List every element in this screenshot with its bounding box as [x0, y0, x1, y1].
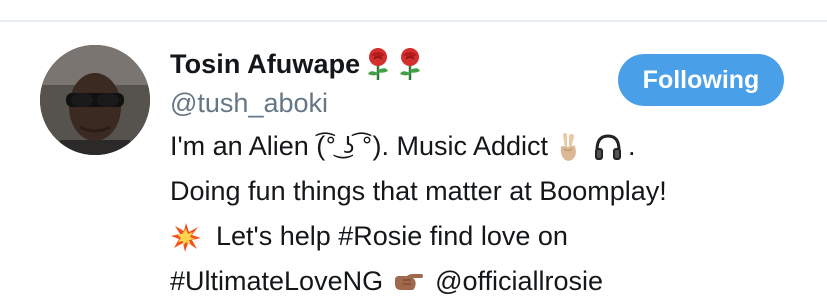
mention-link[interactable]: @officiallrosie	[435, 259, 603, 299]
bio-text: Doing fun things that matter at Boomplay…	[170, 176, 667, 206]
bio-text: Let's help #Rosie find love on	[216, 221, 568, 251]
rose-emoji-icon	[400, 48, 421, 80]
rose-emoji-icon	[368, 48, 389, 80]
bio-line-1: I'm an Alien ( ͡° ͜ʖ ͡° ). Music Addict …	[170, 124, 810, 169]
bio-line-2: Doing fun things that matter at Boomplay…	[170, 169, 810, 214]
following-button[interactable]: Following	[618, 54, 784, 106]
bio-text: .	[628, 131, 636, 161]
user-handle[interactable]: @tush_aboki	[170, 88, 328, 119]
name-row: Tosin Afuwape	[170, 46, 424, 82]
victory-hand-icon	[560, 132, 577, 161]
bio-text: ). Music Addict	[372, 131, 549, 161]
avatar[interactable]	[40, 45, 150, 155]
bio-line-4: #UltimateLoveNG @officiallrosie	[170, 259, 810, 299]
bio-face: ͡° ͜ʖ ͡°	[325, 134, 373, 159]
headphones-icon	[595, 133, 622, 160]
bio-line-3: Let's help #Rosie find love on	[170, 214, 810, 259]
pointing-right-icon	[395, 273, 424, 290]
profile-card: Tosin Afuwape @tush_aboki Following I'm …	[0, 0, 827, 299]
bio-text: I'm an Alien (	[170, 131, 326, 161]
hashtag-link[interactable]: #UltimateLoveNG	[170, 259, 383, 299]
display-name[interactable]: Tosin Afuwape	[170, 49, 360, 80]
bio: I'm an Alien ( ͡° ͜ʖ ͡° ). Music Addict …	[170, 124, 810, 299]
collision-icon	[171, 222, 201, 252]
divider	[0, 20, 827, 22]
